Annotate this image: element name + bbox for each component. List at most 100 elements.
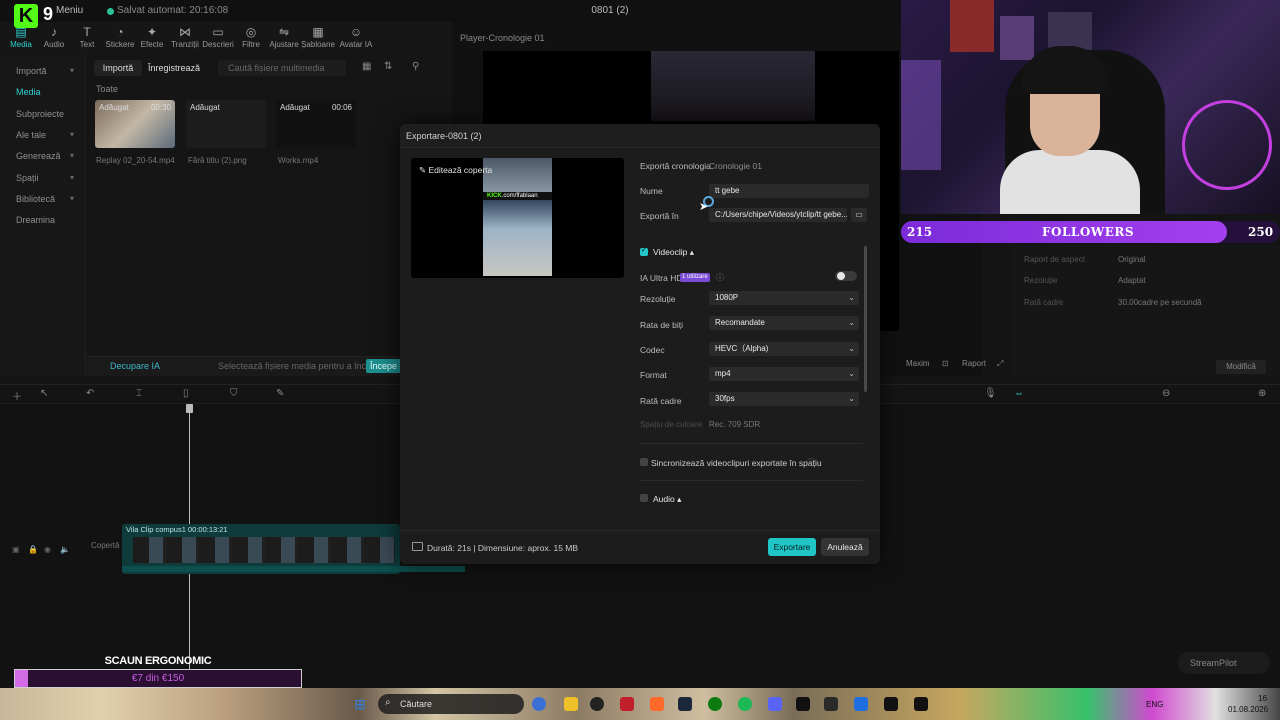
export-button[interactable]: Exportare xyxy=(768,538,816,556)
media-thumb[interactable]: Adăugat xyxy=(186,100,266,148)
tool-templates[interactable]: ▦ Șabloane xyxy=(301,22,335,54)
dialog-scrollbar[interactable] xyxy=(864,246,867,392)
discord-icon[interactable] xyxy=(768,697,782,711)
speaker-icon[interactable]: 🔈 xyxy=(60,545,70,554)
name-label: Nume xyxy=(640,186,663,196)
folder-icon[interactable] xyxy=(564,697,578,711)
import-button[interactable]: Importă xyxy=(94,60,142,76)
sidebar-item-spaces[interactable]: Spații xyxy=(16,173,39,183)
lock-icon[interactable]: 🔒 xyxy=(28,545,38,554)
select-tool-icon[interactable]: ↖ xyxy=(40,388,48,399)
cover-track-label[interactable]: Copertă xyxy=(91,541,119,550)
sort-icon[interactable]: ⇅ xyxy=(384,61,392,72)
audio-checkbox[interactable] xyxy=(640,494,648,502)
info-icon[interactable]: ⓘ xyxy=(807,457,815,468)
microphone-icon[interactable]: 🎙 xyxy=(984,388,997,399)
steam-icon[interactable] xyxy=(678,697,692,711)
app-icon[interactable] xyxy=(854,697,868,711)
sidebar-item-import[interactable]: Importă xyxy=(16,66,47,76)
media-thumb[interactable]: Adăugat 00:06 xyxy=(276,100,356,148)
edit-cover-button[interactable]: ✎ Editează coperta xyxy=(419,165,492,176)
playhead-handle[interactable] xyxy=(186,404,193,413)
tool-effects[interactable]: ✦ Efecte xyxy=(135,22,169,54)
shield-icon[interactable]: ⛉ xyxy=(230,388,238,399)
videoclip-section-toggle[interactable]: Videoclip ▴ xyxy=(653,247,694,258)
modify-button[interactable]: Modifică xyxy=(1216,360,1266,374)
media-search-input[interactable]: Caută fișiere multimedia xyxy=(218,60,346,76)
app-icon[interactable] xyxy=(824,697,838,711)
cancel-button[interactable]: Anulează xyxy=(821,538,869,556)
sidebar-item-dreamina[interactable]: Dreamina xyxy=(16,215,55,225)
track-visibility-icon[interactable]: ▣ xyxy=(12,545,20,554)
codec-label: Codec xyxy=(640,345,665,355)
tool-stickers[interactable]: ◔ Stickere xyxy=(103,22,137,54)
media-thumb[interactable]: Adăugat 00:30 xyxy=(95,100,175,148)
ai-cut-label[interactable]: Decupare IA xyxy=(110,361,160,371)
ai-hd-badge: 1 utilizare xyxy=(680,273,710,282)
sidebar-item-generate[interactable]: Generează xyxy=(16,151,61,161)
capcut-icon[interactable] xyxy=(796,697,810,711)
grid-view-icon[interactable]: ▦ xyxy=(362,61,371,72)
snapshot-icon[interactable]: ⊡ xyxy=(942,359,949,368)
app-icon[interactable] xyxy=(532,697,546,711)
spotify-icon[interactable] xyxy=(738,697,752,711)
export-path-input[interactable]: C:/Users/chipe/Videos/ytclip/tt gebe... xyxy=(709,208,847,222)
followers-label: FOLLOWERS xyxy=(1041,225,1135,239)
tool-audio[interactable]: ♪ Audio xyxy=(37,22,71,54)
sidebar-item-subprojects[interactable]: Subproiecte xyxy=(16,109,64,119)
sidebar-item-library[interactable]: Bibliotecă xyxy=(16,194,55,204)
text-icon: T xyxy=(83,25,91,39)
tool-captions[interactable]: ▭ Descrieri xyxy=(201,22,235,54)
bitrate-select[interactable]: Recomandate ⌄ xyxy=(709,316,859,330)
eye-icon[interactable]: ◉ xyxy=(44,545,51,554)
tool-adjust[interactable]: ⇋ Ajustare xyxy=(267,22,301,54)
xbox-icon[interactable] xyxy=(708,697,722,711)
clock-date[interactable]: 01.08.2026 xyxy=(1228,705,1268,714)
info-icon[interactable]: ⓘ xyxy=(716,272,724,283)
chevron-down-icon: ▾ xyxy=(70,66,75,75)
record-button[interactable]: Înregistrează xyxy=(148,60,210,76)
zoom-in-icon[interactable]: ⊕ xyxy=(1258,388,1266,399)
brave-icon[interactable] xyxy=(650,697,664,711)
tool-filters[interactable]: ◎ Filtre xyxy=(234,22,268,54)
aspect-ratio-button[interactable]: Raport xyxy=(962,359,986,368)
prop-value: Original xyxy=(1118,255,1146,264)
format-select[interactable]: mp4 ⌄ xyxy=(709,367,859,381)
name-input[interactable]: tt gebe xyxy=(709,184,869,198)
add-track-icon[interactable]: ＋ xyxy=(12,388,22,403)
framerate-select[interactable]: 30fps ⌄ xyxy=(709,392,859,406)
github-icon[interactable] xyxy=(590,697,604,711)
sidebar-item-yours[interactable]: Ale tale xyxy=(16,130,46,140)
filter-icon[interactable]: ⚲ xyxy=(412,61,419,72)
folder-icon[interactable]: ▭ xyxy=(851,208,867,222)
split-icon[interactable]: ⌶ xyxy=(136,388,142,399)
marker-icon[interactable]: ✎ xyxy=(276,388,284,399)
windows-start-icon[interactable]: ⊞ xyxy=(352,696,368,712)
resolution-select[interactable]: 1080P ⌄ xyxy=(709,291,859,305)
tool-avatar[interactable]: ☺ Avatar IA xyxy=(336,22,376,54)
sidebar-item-media[interactable]: Media xyxy=(16,87,41,97)
capcut-icon[interactable] xyxy=(914,697,928,711)
delete-icon[interactable]: ▯ xyxy=(183,388,189,399)
app-icon[interactable] xyxy=(620,697,634,711)
tool-transitions[interactable]: ⋈ Tranziții xyxy=(168,22,202,54)
codec-select[interactable]: HEVC（Alpha) ⌄ xyxy=(709,342,859,356)
undo-icon[interactable]: ↶ xyxy=(86,388,94,399)
followers-goal: 250 xyxy=(1248,225,1274,239)
clock-time[interactable]: 16 xyxy=(1258,694,1267,703)
expand-icon[interactable]: ⤢ xyxy=(997,359,1003,369)
audio-icon: ♪ xyxy=(51,25,57,39)
sync-checkbox[interactable] xyxy=(640,458,648,466)
link-icon[interactable]: ⇔ xyxy=(1014,388,1024,399)
menu-button[interactable]: Meniu xyxy=(56,5,83,16)
videoclip-checkbox[interactable] xyxy=(640,246,648,256)
fullscreen-button[interactable]: Maxim xyxy=(906,359,930,368)
tiktok-icon[interactable] xyxy=(884,697,898,711)
media-filter-all[interactable]: Toate xyxy=(96,84,118,94)
audio-section-toggle[interactable]: Audio ▴ xyxy=(653,494,681,505)
webcam-person-shirt xyxy=(1000,150,1140,214)
tool-text[interactable]: T Text xyxy=(70,22,104,54)
zoom-out-icon[interactable]: ⊖ xyxy=(1162,388,1170,399)
language-indicator[interactable]: ENG xyxy=(1146,700,1163,709)
chevron-down-icon: ⌄ xyxy=(848,293,855,302)
